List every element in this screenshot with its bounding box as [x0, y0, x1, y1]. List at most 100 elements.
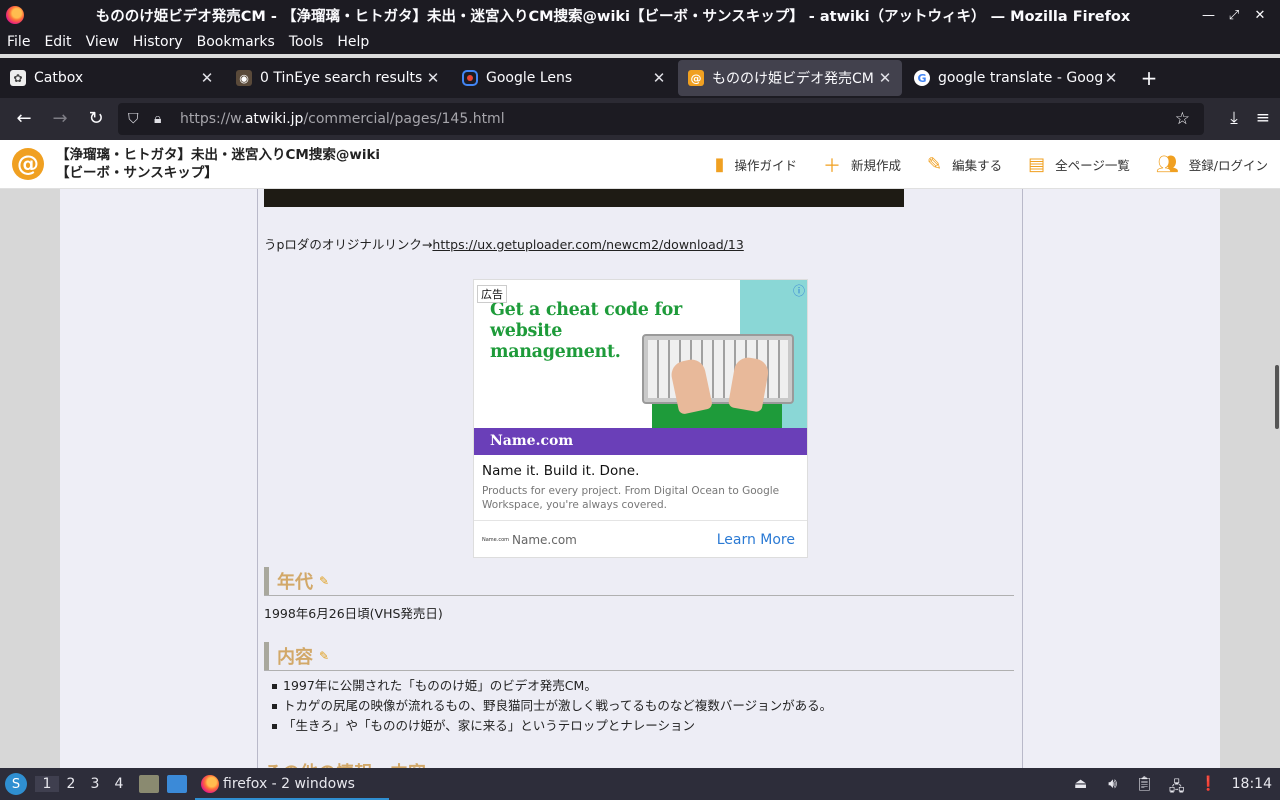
keyboard-illustration [642, 334, 794, 404]
scrollbar-thumb[interactable] [1275, 365, 1279, 429]
edit-pencil-icon[interactable]: ✎ [319, 574, 329, 588]
shield-icon[interactable]: ⛉ [128, 111, 144, 127]
firefox-logo-icon [6, 6, 24, 24]
ad-footer-brand: Name.com [512, 533, 577, 547]
minimize-button[interactable]: — [1202, 8, 1215, 23]
nav-login[interactable]: 👥︎ 登録/ログイン [1156, 154, 1268, 175]
taskbar-firefox-task[interactable]: firefox - 2 windows [195, 768, 389, 800]
menu-view[interactable]: View [86, 34, 119, 50]
site-title-line2: 【ビーボ・サンスキップ】 [56, 165, 218, 181]
plus-icon: ＋ [823, 155, 842, 177]
tab-close-icon[interactable]: ✕ [1102, 69, 1120, 87]
workspace-3[interactable]: 3 [83, 776, 107, 792]
tab-catbox[interactable]: ✿ Catbox ✕ [0, 60, 224, 96]
site-title[interactable]: 【浄瑠璃・ヒトガタ】未出・迷宮入りCM捜索@wiki 【ビーボ・サンスキップ】 [56, 146, 396, 182]
nav-all-pages[interactable]: ▤ 全ページ一覧 [1028, 154, 1130, 175]
firefox-icon [201, 775, 219, 793]
clipboard-icon[interactable]: 📋︎ [1136, 776, 1154, 792]
close-window-button[interactable]: ✕ [1254, 8, 1266, 23]
edit-pencil-icon[interactable]: ✎ [319, 649, 329, 663]
downloads-icon[interactable]: ⤓ [1230, 108, 1238, 128]
url-bar[interactable]: ⛉ 🔒︎ https://w. atwiki.jp/commercial/page… [118, 103, 1204, 135]
ad-info-icon[interactable]: ⓘ [793, 282, 805, 299]
heading-text: 年代 [277, 571, 313, 593]
menu-file[interactable]: File [7, 34, 30, 50]
workspace-2[interactable]: 2 [59, 776, 83, 792]
back-button[interactable]: ← [6, 108, 42, 129]
nav-create[interactable]: ＋ 新規作成 [823, 152, 901, 178]
tab-google-lens[interactable]: Google Lens ✕ [452, 60, 676, 96]
tab-atwiki[interactable]: @ もののけ姫ビデオ発売CM - ✕ [678, 60, 902, 96]
tab-label: Google Lens [486, 70, 573, 86]
site-title-line1: 【浄瑠璃・ヒトガタ】未出・迷宮入りCM捜索@wiki [56, 147, 381, 163]
list-item: 1997年に公開された「もののけ姫」のビデオ発売CM。 [272, 676, 832, 696]
eject-icon[interactable]: ⏏ [1072, 776, 1090, 792]
site-header: @ 【浄瑠璃・ヒトガタ】未出・迷宮入りCM捜索@wiki 【ビーボ・サンスキップ… [0, 140, 1280, 189]
section-heading-content: 内容 ✎ [264, 641, 1014, 671]
menu-history[interactable]: History [133, 34, 183, 50]
page-inner: うpロダのオリジナルリンク→https://ux.getuploader.com… [60, 189, 1220, 784]
document-list-icon: ▤ [1028, 154, 1046, 175]
workspace-1[interactable]: 1 [35, 776, 59, 792]
video-player-bottom[interactable] [264, 189, 904, 207]
ad-hero-image[interactable]: Get a cheat code for website management. [474, 280, 807, 428]
forward-button[interactable]: → [42, 108, 78, 129]
ad-footer: Name.com Name.com Learn More [474, 520, 807, 557]
reload-button[interactable]: ↻ [78, 108, 114, 129]
lock-icon[interactable]: 🔒︎ [154, 111, 170, 127]
download-link[interactable]: https://ux.getuploader.com/newcm2/downlo… [432, 237, 743, 252]
nav-edit[interactable]: ✎ 編集する [927, 154, 1002, 175]
window-titlebar: もののけ姫ビデオ発売CM - 【浄瑠璃・ヒトガタ】未出・迷宮入りCM捜索@wik… [0, 0, 1280, 30]
heading-text: 内容 [277, 646, 313, 668]
tab-google-translate[interactable]: G google translate - Google ✕ [904, 60, 1128, 96]
menu-tools[interactable]: Tools [289, 34, 324, 50]
pencil-icon: ✎ [927, 154, 943, 175]
network-icon[interactable]: 🖧 [1168, 776, 1186, 795]
file-manager-icon[interactable] [139, 775, 159, 793]
menu-edit[interactable]: Edit [44, 34, 71, 50]
clock[interactable]: 18:14 [1232, 776, 1272, 792]
tab-close-icon[interactable]: ✕ [650, 69, 668, 87]
tab-close-icon[interactable]: ✕ [198, 69, 216, 87]
menu-bookmarks[interactable]: Bookmarks [197, 34, 275, 50]
google-icon: G [914, 70, 930, 86]
hamburger-menu-icon[interactable]: ≡ [1256, 108, 1270, 128]
add-user-icon: 👥︎ [1155, 154, 1179, 175]
atwiki-icon: @ [688, 70, 704, 86]
navigation-toolbar: ← → ↻ ⛉ 🔒︎ https://w. atwiki.jp/commercia… [0, 98, 1280, 140]
tab-close-icon[interactable]: ✕ [876, 69, 894, 87]
page-scrollbar[interactable] [1272, 189, 1280, 768]
heading-bar [264, 566, 269, 595]
volume-icon[interactable]: 🔊︎ [1104, 776, 1122, 792]
list-item: トカゲの尻尾の映像が流れるもの、野良猫同士が激しく戦ってるものなど複数バージョン… [272, 696, 832, 716]
maximize-button[interactable]: ⤢ [1228, 8, 1240, 23]
ad-badge: 広告 [477, 285, 507, 303]
advertisement[interactable]: Get a cheat code for website management.… [473, 279, 808, 558]
tab-tineye[interactable]: ◉ 0 TinEye search results ✕ [226, 60, 450, 96]
desktop-icon[interactable] [167, 775, 187, 793]
nav-create-label: 新規作成 [851, 158, 902, 173]
window-title: もののけ姫ビデオ発売CM - 【浄瑠璃・ヒトガタ】未出・迷宮入りCM捜索@wik… [95, 8, 1131, 25]
menu-bar: File Edit View History Bookmarks Tools H… [0, 30, 1280, 54]
atwiki-logo-icon[interactable]: @ [12, 148, 44, 180]
tab-close-icon[interactable]: ✕ [424, 69, 442, 87]
new-tab-button[interactable]: + [1134, 66, 1164, 90]
list-item: 「生きろ」や「もののけ姫が、家に来る」というテロップとナレーション [272, 716, 832, 736]
page-background: うpロダのオリジナルリンク→https://ux.getuploader.com… [0, 189, 1280, 784]
menu-help[interactable]: Help [337, 34, 369, 50]
tab-label: google translate - Google [938, 70, 1102, 86]
notification-icon[interactable]: ❗ [1200, 776, 1218, 792]
workspace-4[interactable]: 4 [107, 776, 131, 792]
heading-bar [264, 641, 269, 670]
nav-guide-label: 操作ガイド [734, 158, 798, 173]
ad-green-base [652, 404, 782, 428]
start-menu-icon[interactable]: S [5, 773, 27, 795]
learn-more-button[interactable]: Learn More [717, 532, 795, 548]
nav-guide[interactable]: ▮ 操作ガイド [715, 154, 797, 175]
taskbar: S 1 2 3 4 firefox - 2 windows ⏏ 🔊︎ 📋︎ 🖧 … [0, 768, 1280, 800]
section-heading-era: 年代 ✎ [264, 566, 1014, 596]
tab-bar: ✿ Catbox ✕ ◉ 0 TinEye search results ✕ G… [0, 58, 1280, 98]
bookmark-star-icon[interactable]: ☆ [1175, 109, 1190, 129]
nav-all-pages-label: 全ページ一覧 [1055, 158, 1130, 173]
system-tray: ⏏ 🔊︎ 📋︎ 🖧 ❗ 18:14 [1072, 768, 1272, 800]
